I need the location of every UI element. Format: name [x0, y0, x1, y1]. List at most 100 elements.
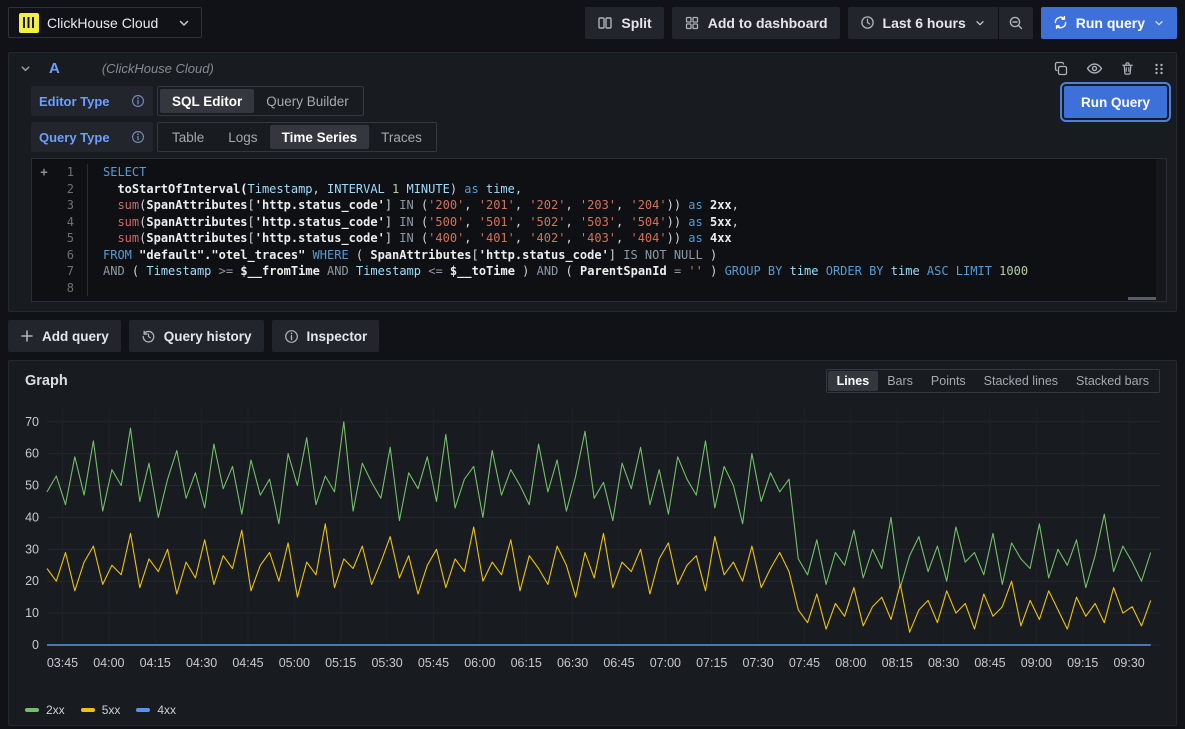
add-query-button[interactable]: Add query — [8, 320, 121, 352]
chevron-down-icon — [1153, 17, 1165, 29]
info-circle-icon — [284, 329, 299, 344]
sql-line: +1SELECT — [32, 164, 1156, 181]
svg-text:06:00: 06:00 — [464, 656, 495, 670]
sql-line: 6FROM "default"."otel_traces" WHERE ( Sp… — [32, 247, 1156, 264]
editor-scrollbar[interactable] — [1156, 159, 1166, 301]
split-button[interactable]: Split — [585, 7, 663, 39]
run-query-toolbar-button[interactable]: Run query — [1041, 7, 1177, 39]
clock-icon — [860, 15, 875, 30]
disable-query-eye-icon[interactable] — [1086, 60, 1103, 77]
query-datasource-hint: (ClickHouse Cloud) — [102, 61, 214, 76]
query-type-radio-group: TableLogsTime SeriesTraces — [157, 122, 437, 152]
info-circle-icon[interactable] — [131, 130, 145, 144]
svg-text:09:00: 09:00 — [1021, 656, 1052, 670]
line-number: 6 — [56, 247, 74, 264]
inspector-button[interactable]: Inspector — [272, 320, 380, 352]
line-number: 3 — [56, 197, 74, 214]
add-to-dashboard-label: Add to dashboard — [708, 15, 828, 31]
add-query-label: Add query — [42, 329, 109, 344]
line-number: 4 — [56, 214, 74, 231]
zoom-out-icon — [1008, 15, 1024, 31]
info-circle-icon[interactable] — [131, 94, 145, 108]
sql-line: 3 sum(SpanAttributes['http.status_code']… — [32, 197, 1156, 214]
legend-swatch — [81, 708, 95, 712]
timeseries-chart[interactable]: 01020304050607003:4504:0004:1504:3004:45… — [17, 395, 1168, 701]
option-points[interactable]: Points — [922, 371, 975, 391]
svg-text:04:15: 04:15 — [140, 656, 171, 670]
svg-text:10: 10 — [25, 606, 39, 620]
line-number: 8 — [56, 280, 74, 297]
query-history-button[interactable]: Query history — [129, 320, 264, 352]
dashboard-grid-icon — [684, 15, 700, 31]
legend-swatch — [136, 708, 150, 712]
collapse-chevron-icon[interactable] — [19, 62, 32, 75]
chevron-down-icon — [974, 17, 986, 29]
svg-text:0: 0 — [32, 638, 39, 652]
svg-text:08:30: 08:30 — [928, 656, 959, 670]
option-traces[interactable]: Traces — [369, 125, 434, 149]
sql-line: 7AND ( Timestamp >= $__fromTime AND Time… — [32, 263, 1156, 280]
option-query-builder[interactable]: Query Builder — [254, 89, 361, 113]
option-sql-editor[interactable]: SQL Editor — [160, 89, 254, 113]
option-stacked-bars[interactable]: Stacked bars — [1067, 371, 1158, 391]
explore-actions: Add query Query history Inspector — [8, 320, 1177, 352]
history-icon — [141, 329, 156, 344]
option-lines[interactable]: Lines — [828, 371, 879, 391]
svg-text:06:15: 06:15 — [511, 656, 542, 670]
split-icon — [597, 15, 613, 31]
legend-item-4xx[interactable]: 4xx — [136, 703, 176, 717]
svg-text:05:15: 05:15 — [325, 656, 356, 670]
svg-text:06:30: 06:30 — [557, 656, 588, 670]
sql-code-editor[interactable]: +1SELECT2 toStartOfInterval(Timestamp, I… — [31, 158, 1167, 302]
option-logs[interactable]: Logs — [216, 125, 269, 149]
graph-title: Graph — [25, 373, 68, 389]
add-line-icon[interactable]: + — [32, 164, 56, 181]
query-row-header[interactable]: A (ClickHouse Cloud) — [9, 53, 1176, 84]
legend-label: 5xx — [102, 703, 121, 717]
option-table[interactable]: Table — [160, 125, 216, 149]
explore-toolbar: ClickHouse Cloud Split Add to dashboard … — [0, 0, 1185, 45]
line-number: 2 — [56, 181, 74, 198]
sql-line: 4 sum(SpanAttributes['http.status_code']… — [32, 214, 1156, 231]
svg-text:05:30: 05:30 — [371, 656, 402, 670]
svg-text:04:00: 04:00 — [93, 656, 124, 670]
legend-swatch — [25, 708, 39, 712]
add-to-dashboard-button[interactable]: Add to dashboard — [672, 7, 840, 39]
svg-text:30: 30 — [25, 542, 39, 556]
option-bars[interactable]: Bars — [878, 371, 922, 391]
sql-line: 2 toStartOfInterval(Timestamp, INTERVAL … — [32, 181, 1156, 198]
svg-text:09:15: 09:15 — [1067, 656, 1098, 670]
duplicate-query-icon[interactable] — [1053, 61, 1069, 77]
svg-text:09:30: 09:30 — [1113, 656, 1144, 670]
datasource-picker[interactable]: ClickHouse Cloud — [8, 7, 202, 38]
line-number: 1 — [56, 164, 74, 181]
time-range-picker[interactable]: Last 6 hours — [848, 7, 998, 39]
zoom-out-time-button[interactable] — [999, 7, 1033, 39]
svg-text:04:45: 04:45 — [232, 656, 263, 670]
chevron-down-icon — [177, 16, 191, 30]
legend-label: 2xx — [46, 703, 65, 717]
sql-line: 5 sum(SpanAttributes['http.status_code']… — [32, 230, 1156, 247]
sync-icon — [1053, 15, 1068, 30]
drag-handle-icon[interactable] — [1152, 62, 1166, 76]
query-ref-id[interactable]: A — [49, 60, 60, 77]
option-time-series[interactable]: Time Series — [270, 125, 370, 149]
svg-text:50: 50 — [25, 479, 39, 493]
editor-type-radio-group: SQL EditorQuery Builder — [157, 86, 364, 116]
split-label: Split — [621, 15, 651, 31]
graph-mode-selector: LinesBarsPointsStacked linesStacked bars — [826, 369, 1160, 393]
svg-text:08:00: 08:00 — [835, 656, 866, 670]
svg-text:08:15: 08:15 — [882, 656, 913, 670]
run-query-button[interactable]: Run Query — [1064, 86, 1167, 118]
delete-query-trash-icon[interactable] — [1120, 61, 1135, 76]
plus-icon — [20, 329, 34, 343]
option-stacked-lines[interactable]: Stacked lines — [975, 371, 1067, 391]
svg-text:07:00: 07:00 — [650, 656, 681, 670]
editor-hscroll-thumb[interactable] — [1128, 297, 1156, 300]
line-number: 5 — [56, 230, 74, 247]
legend-item-2xx[interactable]: 2xx — [25, 703, 65, 717]
svg-text:07:30: 07:30 — [742, 656, 773, 670]
svg-text:06:45: 06:45 — [603, 656, 634, 670]
legend-item-5xx[interactable]: 5xx — [81, 703, 121, 717]
svg-text:05:00: 05:00 — [279, 656, 310, 670]
